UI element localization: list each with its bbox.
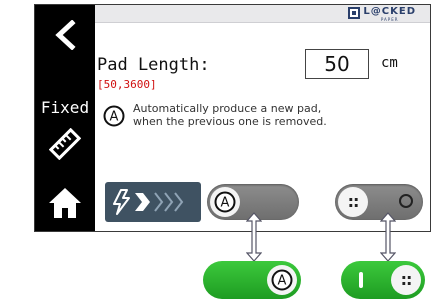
auto-a-icon: A xyxy=(103,105,125,127)
auto-a-icon: A xyxy=(271,269,293,291)
grip-dots-icon: :: xyxy=(347,192,360,211)
manual-toggle-knob: :: xyxy=(338,187,368,217)
home-icon xyxy=(49,188,81,218)
grip-dots-icon: :: xyxy=(400,270,413,289)
pad-length-input[interactable]: 50 xyxy=(305,49,369,79)
pad-length-range: [50,3600] xyxy=(97,78,157,91)
auto-description: Automatically produce a new pad, when th… xyxy=(133,102,393,128)
back-button[interactable] xyxy=(47,15,83,55)
auto-description-line1: Automatically produce a new pad, xyxy=(133,102,322,115)
sidebar: Fixed xyxy=(35,5,95,231)
manual-transition-arrow-icon xyxy=(380,212,396,262)
top-bar: L@CKED PAPER xyxy=(95,5,430,23)
ruler-icon xyxy=(48,127,82,161)
manual-toggle-off[interactable]: :: xyxy=(335,184,423,220)
auto-transition-arrow-icon xyxy=(246,212,262,262)
brand-logo: L@CKED PAPER xyxy=(348,7,416,22)
svg-text:A: A xyxy=(221,196,230,211)
brand-sub: PAPER xyxy=(380,17,399,22)
auto-toggle-knob: A xyxy=(210,187,240,217)
home-button[interactable] xyxy=(47,185,83,221)
ruler-button[interactable] xyxy=(48,127,82,161)
auto-a-icon: A xyxy=(214,191,236,213)
auto-toggle-on[interactable]: A xyxy=(203,261,301,299)
auto-description-line2: when the previous one is removed. xyxy=(133,115,327,128)
off-ring-icon xyxy=(399,194,413,208)
logo-mark xyxy=(348,7,361,19)
on-bar-icon xyxy=(359,272,363,288)
feed-chevrons-icon xyxy=(135,192,184,212)
svg-text:A: A xyxy=(278,274,287,289)
manual-toggle-on-knob: :: xyxy=(391,265,421,295)
back-chevron-icon xyxy=(55,20,76,50)
feed-button[interactable] xyxy=(105,182,201,222)
svg-text:A: A xyxy=(110,110,119,125)
brand-name: L@CKED xyxy=(363,6,416,17)
device-screen: Fixed L@CKED PAPER Pad Length: [50,3600]… xyxy=(34,4,431,232)
lightning-icon xyxy=(113,189,130,215)
feed-icon xyxy=(113,189,184,215)
auto-toggle-on-knob: A xyxy=(267,265,297,295)
pad-length-label: Pad Length: xyxy=(97,55,210,75)
manual-toggle-on[interactable]: :: xyxy=(341,261,425,299)
mode-label: Fixed xyxy=(40,98,90,117)
pad-length-unit: cm xyxy=(381,55,398,71)
